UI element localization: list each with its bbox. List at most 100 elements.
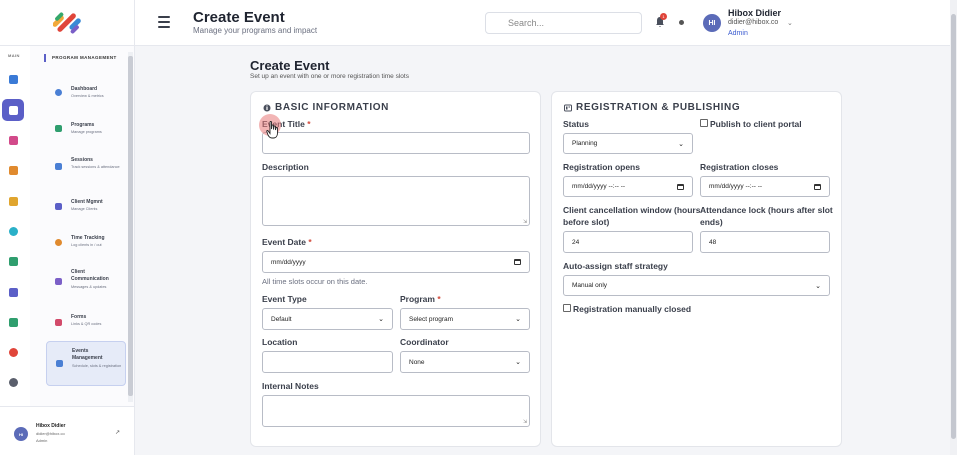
info-icon (263, 104, 271, 112)
description-label: Description (262, 162, 309, 172)
theme-toggle-icon[interactable] (679, 20, 684, 25)
description-textarea[interactable] (262, 176, 530, 226)
internal-notes-textarea[interactable] (262, 395, 530, 427)
rail-brush-icon[interactable] (2, 129, 24, 151)
chevron-down-icon[interactable]: ⌄ (787, 19, 793, 27)
manually-closed-checkbox[interactable] (563, 304, 571, 312)
calendar-icon[interactable] (814, 183, 821, 190)
page-title: Create Event (250, 58, 330, 73)
sidebar-item-label: Programs (71, 122, 95, 128)
sessions-icon (55, 163, 62, 170)
rail-home-icon[interactable] (2, 68, 24, 90)
sidebar-item-sessions[interactable]: Sessions Track sessions & attendance (46, 151, 126, 181)
external-link-icon[interactable]: ↗ (115, 429, 120, 436)
sidebar-item-programs[interactable]: Programs Manage programs (46, 116, 126, 142)
event-type-select[interactable]: Default ⌄ (262, 308, 393, 330)
footer-user-email: didier@hibox.co (36, 431, 65, 436)
event-date-label: Event Date * (262, 237, 312, 247)
registration-opens-label: Registration opens (563, 162, 640, 172)
header-subtitle: Manage your programs and impact (193, 26, 318, 35)
calendar-icon[interactable] (677, 183, 684, 190)
sidebar-item-label: Dashboard (71, 86, 98, 92)
rail-globe-icon[interactable] (2, 220, 24, 242)
menu-toggle-icon[interactable] (158, 16, 170, 28)
sidebar-item-sub: Manage Clients (71, 207, 98, 211)
chevron-down-icon: ⌄ (678, 140, 684, 148)
program-select[interactable]: Select program ⌄ (400, 308, 530, 330)
user-name: Hibox Didier (728, 8, 782, 18)
internal-notes-label: Internal Notes (262, 381, 319, 391)
avatar[interactable]: HI (703, 14, 721, 32)
chevron-down-icon: ⌄ (515, 359, 521, 366)
rail-label: MAIN (8, 53, 20, 58)
clients-icon (55, 203, 62, 210)
attendance-lock-label: Attendance lock (hours after slot (700, 205, 833, 215)
event-title-input[interactable] (262, 132, 530, 154)
footer-user-role: Admin (36, 438, 48, 443)
sidebar-scroll-thumb[interactable] (128, 56, 133, 396)
sidebar-item-label: Client Communication (71, 269, 109, 282)
sidebar-item-forms[interactable]: Forms Links & QR codes (46, 310, 126, 336)
registration-closes-input[interactable]: mm/dd/yyyy --:-- -- (700, 176, 830, 197)
footer-user-name: Hibox Didier (36, 423, 66, 429)
manually-closed-label[interactable]: Registration manually closed (573, 304, 691, 314)
page-scroll-thumb[interactable] (951, 14, 956, 439)
calendar-icon[interactable] (514, 259, 521, 265)
resize-handle-icon[interactable]: ⇲ (523, 219, 527, 225)
rail-users-icon[interactable] (2, 311, 24, 333)
programs-icon (55, 125, 62, 132)
registration-opens-input[interactable]: mm/dd/yyyy --:-- -- (563, 176, 693, 197)
cancellation-window-label-2: before slot) (563, 217, 610, 227)
sidebar-item-time-tracking[interactable]: Time Tracking Log clients in / out (46, 230, 126, 256)
location-input[interactable] (262, 351, 393, 373)
auto-assign-select[interactable]: Manual only ⌄ (563, 275, 830, 296)
hand-cursor-icon (266, 121, 278, 139)
coordinator-label: Coordinator (400, 337, 449, 347)
sidebar-item-label: Time Tracking (71, 235, 105, 241)
sidebar-item-events[interactable]: Events Management Schedule, slots & regi… (46, 341, 126, 386)
sidebar-item-label: Forms (71, 314, 87, 320)
search-input[interactable] (485, 12, 642, 34)
sidebar-item-sub: Links & QR codes (71, 322, 102, 326)
status-label: Status (563, 119, 589, 129)
rail-doc-icon[interactable] (2, 159, 24, 181)
sidebar-item-sub: Track sessions & attendance (71, 165, 120, 169)
rail-programs-icon[interactable] (2, 99, 24, 121)
event-date-input[interactable]: mm/dd/yyyy (262, 251, 530, 273)
registration-closes-label: Registration closes (700, 162, 779, 172)
chevron-down-icon: ⌄ (815, 282, 821, 290)
rail-network-icon[interactable] (2, 250, 24, 272)
app-logo[interactable] (0, 0, 135, 46)
status-select[interactable]: Planning ⌄ (563, 133, 693, 154)
publish-checkbox[interactable] (700, 119, 708, 127)
sidebar-item-dashboard[interactable]: Dashboard Overview & metrics (46, 80, 126, 106)
publish-label[interactable]: Publish to client portal (710, 119, 802, 129)
rail-settings-icon[interactable] (2, 371, 24, 393)
logo-icon (53, 12, 81, 33)
coordinator-select[interactable]: None ⌄ (400, 351, 530, 373)
sidebar-item-clients[interactable]: Client Mgmnt Manage Clients (46, 194, 126, 220)
attendance-lock-input[interactable] (700, 231, 830, 253)
sidebar-item-communication[interactable]: Client Communication Messages & updates (46, 265, 126, 299)
communication-icon (55, 278, 62, 285)
cancellation-window-input[interactable] (563, 231, 693, 253)
avatar[interactable]: HI (14, 427, 28, 441)
event-type-label: Event Type (262, 294, 307, 304)
forms-icon (55, 319, 62, 326)
cancellation-window-label: Client cancellation window (hours (563, 205, 701, 215)
attendance-lock-label-2: ends) (700, 217, 723, 227)
registration-heading: REGISTRATION & PUBLISHING (576, 102, 741, 113)
program-label: Program * (400, 294, 441, 304)
page-subtitle: Set up an event with one or more registr… (250, 73, 409, 80)
sidebar-item-sub: Log clients in / out (71, 243, 102, 247)
time-icon (55, 239, 62, 246)
resize-handle-icon[interactable]: ⇲ (523, 419, 527, 425)
sidebar-item-sub: Schedule, slots & registration (72, 364, 122, 368)
rail-chat-icon[interactable] (2, 190, 24, 212)
sidebar-item-label: Sessions (71, 157, 93, 163)
sidebar-item-sub: Manage programs (71, 130, 102, 134)
rail-pie-icon[interactable] (2, 341, 24, 363)
date-hint: All time slots occur on this date. (262, 277, 368, 286)
dashboard-icon (55, 89, 62, 96)
rail-report-icon[interactable] (2, 281, 24, 303)
